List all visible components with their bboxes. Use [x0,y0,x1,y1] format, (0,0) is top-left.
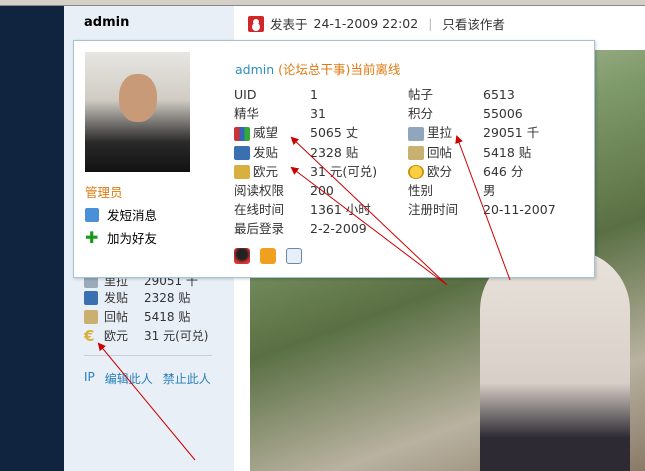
annotation-arrows [97,135,511,461]
